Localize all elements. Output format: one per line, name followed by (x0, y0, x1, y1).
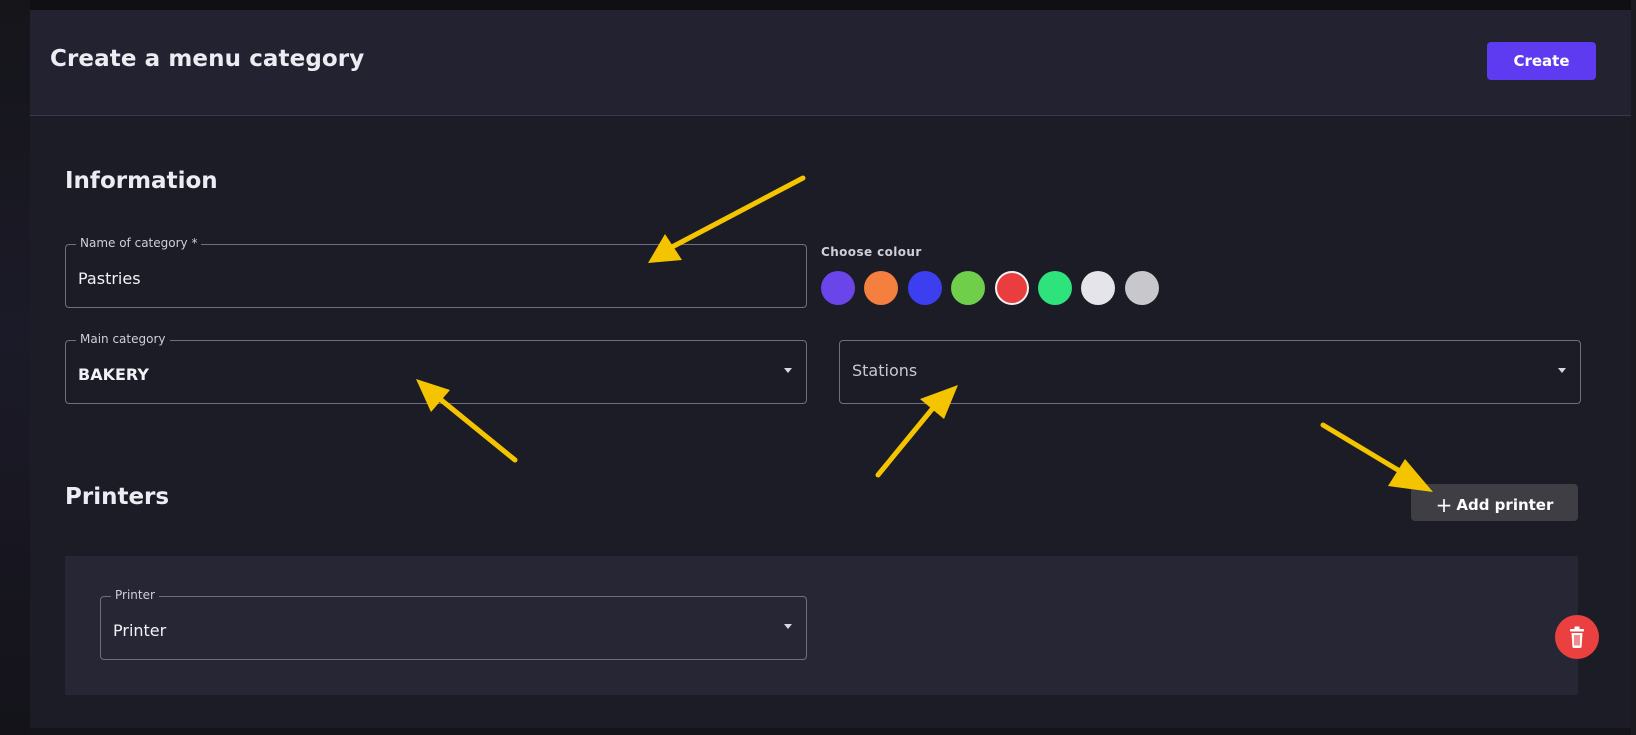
panel-header: Create a menu category Create (30, 10, 1631, 116)
colour-swatch[interactable] (1081, 271, 1116, 305)
stations-select[interactable]: Stations (839, 340, 1581, 404)
main-category-label: Main category (76, 332, 170, 346)
main-category-value: BAKERY (78, 365, 149, 384)
printer-label: Printer (111, 588, 159, 602)
background-bottom (30, 728, 1631, 735)
create-category-panel: Create a menu category Create Informatio… (30, 10, 1631, 728)
background-right (1631, 0, 1636, 735)
category-name-field[interactable]: Name of category * Pastries (65, 236, 807, 308)
trash-icon (1570, 626, 1584, 648)
background-left (0, 0, 30, 735)
printer-select[interactable]: Printer Printer (100, 588, 807, 660)
chevron-down-icon (784, 624, 792, 629)
stations-placeholder: Stations (852, 361, 918, 380)
colour-swatch[interactable] (907, 271, 942, 305)
colour-swatch[interactable] (994, 271, 1029, 305)
printer-value: Printer (113, 621, 167, 640)
plus-icon: + (1435, 492, 1453, 517)
colour-swatch[interactable] (1038, 271, 1072, 305)
add-printer-button[interactable]: + Add printer (1411, 484, 1578, 521)
add-printer-label: Add printer (1456, 495, 1554, 514)
colour-swatch[interactable] (951, 271, 986, 305)
category-name-label: Name of category * (76, 236, 202, 250)
category-name-value: Pastries (78, 269, 141, 288)
chevron-down-icon (784, 368, 792, 373)
choose-colour-label: Choose colour (821, 245, 922, 259)
colour-swatch[interactable] (864, 271, 899, 305)
information-section-title: Information (65, 168, 218, 194)
printer-card: Printer Printer (65, 556, 1578, 695)
page-title: Create a menu category (50, 46, 365, 72)
printers-section-title: Printers (65, 484, 170, 510)
colour-swatch[interactable] (821, 271, 855, 305)
chevron-down-icon (1558, 368, 1566, 373)
colour-swatch[interactable] (1124, 271, 1159, 305)
main-category-select[interactable]: Main category BAKERY (65, 332, 807, 404)
delete-printer-button[interactable] (1555, 615, 1599, 659)
create-button[interactable]: Create (1487, 42, 1596, 80)
